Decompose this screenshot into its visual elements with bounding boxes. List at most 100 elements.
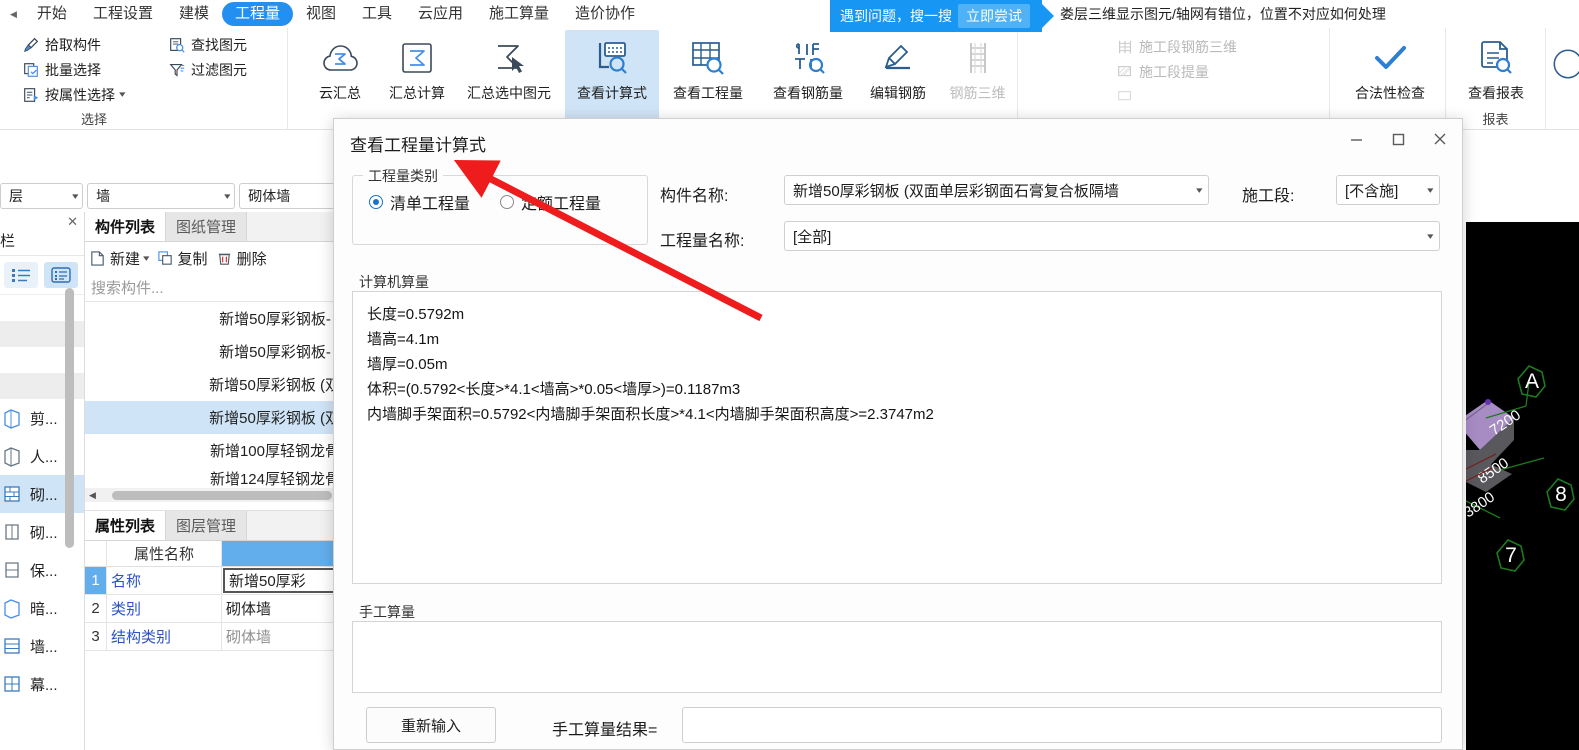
chevron-down-icon[interactable]: ▾ <box>1428 231 1434 242</box>
table-row[interactable]: 3 结构类别 砌体墙 <box>85 623 340 651</box>
cmd-section-rebar-3d[interactable]: 施工段钢筋三维 <box>1116 34 1237 59</box>
tab-quantity[interactable]: 工程量 <box>221 2 293 26</box>
cmd-rebar-3d[interactable]: 钢筋三维 <box>938 30 1018 128</box>
cmd-batch-select[interactable]: 批量选择 <box>22 57 125 82</box>
quantity-name-select[interactable]: [全部] ▾ <box>784 221 1440 251</box>
component-item-label: 新增50厚彩钢板- ( <box>219 311 340 328</box>
list-item[interactable]: 新增124厚轻钢龙骨 <box>85 467 340 489</box>
cmd-pick-component[interactable]: 拾取构件 <box>22 32 125 57</box>
detail-view-icon[interactable] <box>44 262 78 288</box>
tab-start[interactable]: 开始 <box>24 2 80 26</box>
tab-component-list[interactable]: 构件列表 <box>85 212 167 241</box>
list-item[interactable]: 新增50厚彩钢板- ( <box>85 335 340 368</box>
chevron-down-icon[interactable]: ▾ <box>1428 185 1434 196</box>
tab-project-settings[interactable]: 工程设置 <box>80 2 166 26</box>
left-panel-item-curtain-wall[interactable]: 幕... <box>0 665 84 703</box>
tab-cloud-apps[interactable]: 云应用 <box>405 2 476 26</box>
radio-norm-quantity-label: 定额工程量 <box>521 196 602 213</box>
list-item[interactable]: 新增100厚轻钢龙骨 <box>85 434 340 467</box>
maximize-icon[interactable] <box>1388 129 1408 149</box>
viewport-3d-canvas: A 8 7 7200 8500 3800 <box>1466 222 1579 750</box>
close-icon[interactable]: ✕ <box>67 214 78 230</box>
tab-tools[interactable]: 工具 <box>349 2 405 26</box>
floor-select[interactable]: 层 ▾ <box>0 183 84 209</box>
chevron-left-icon[interactable]: ◀ <box>85 490 96 501</box>
manual-result-input[interactable] <box>682 707 1442 743</box>
property-row-value[interactable]: 砌体墙 <box>222 623 340 650</box>
minimize-icon[interactable] <box>1346 129 1366 149</box>
viewport-3d[interactable]: A 8 7 7200 8500 3800 <box>1466 222 1579 750</box>
table-row[interactable]: 1 名称 新增50厚彩 <box>85 567 340 595</box>
tab-drawing-manage[interactable]: 图纸管理 <box>166 212 248 241</box>
ribbon: ◀ 开始 工程设置 建模 工程量 视图 工具 云应用 施工算量 造价协作 遇到问… <box>0 0 1579 130</box>
overflow-circle-icon[interactable] <box>1550 46 1579 82</box>
component-list: 新增50厚彩钢板- ( 新增50厚彩钢板- ( 新增50厚彩钢板 (双 新增50… <box>85 302 340 502</box>
tab-layer-manage[interactable]: 图层管理 <box>166 511 248 540</box>
section-select[interactable]: [不含施] ▾ <box>1336 175 1440 205</box>
category-select[interactable]: 墙 ▾ <box>87 183 236 209</box>
cmd-cloud-sum[interactable]: 云汇总 <box>301 30 379 128</box>
ad-try-now-button[interactable]: 立即尝试 <box>958 4 1030 28</box>
formula-line: 体积=(0.5792<长度>*4.1<墙高>*0.05<墙厚>)=0.1187m… <box>367 381 741 398</box>
cmd-find-element[interactable]: 查找图元 <box>168 32 247 57</box>
copy-component-button[interactable]: 复制 <box>157 248 208 269</box>
property-header-name: 属性名称 <box>107 541 222 566</box>
computer-calc-textarea[interactable]: 长度=0.5792m 墙高=4.1m 墙厚=0.05m 体积=(0.5792<长… <box>352 291 1442 584</box>
property-row-value[interactable]: 砌体墙 <box>222 595 340 622</box>
cmd-view-rebar-qty[interactable]: 查看钢筋量 <box>761 30 855 128</box>
left-panel-item-wall-decor[interactable]: 墙... <box>0 627 84 665</box>
cmd-sum-calc[interactable]: 汇总计算 <box>378 30 456 128</box>
copy-component-label: 复制 <box>177 250 208 268</box>
chevron-down-icon[interactable]: ▾ <box>72 191 78 202</box>
floor-select-value: 层 <box>9 188 23 204</box>
delete-component-label: 删除 <box>236 250 267 268</box>
left-panel-item-hidden-column[interactable]: 暗... <box>0 589 84 627</box>
chevron-down-icon[interactable]: ▾ <box>224 191 230 202</box>
ad-tip-text[interactable]: 娄层三维显示图元/轴网有错位，位置不对应如何处理 <box>1060 4 1386 24</box>
chevron-down-icon[interactable]: ▾ <box>119 89 125 100</box>
cmd-view-quantity[interactable]: 查看工程量 <box>661 30 755 128</box>
component-list-hscrollbar[interactable]: ◀ <box>85 488 340 502</box>
ad-banner[interactable]: 遇到问题，搜一搜 立即尝试 <box>830 0 1042 32</box>
type-select[interactable]: 砌体墙 <box>239 183 341 209</box>
component-item-label: 新增50厚彩钢板 (双 <box>209 377 340 394</box>
cmd-select-by-property[interactable]: 按属性选择 ▾ <box>22 82 125 107</box>
cmd-view-rebar-qty-label: 查看钢筋量 <box>773 85 843 101</box>
tab-view[interactable]: 视图 <box>293 2 349 26</box>
reset-input-button[interactable]: 重新输入 <box>366 707 496 743</box>
tab-construction-qty[interactable]: 施工算量 <box>476 2 562 26</box>
collapse-ribbon-icon[interactable]: ◀ <box>0 9 24 20</box>
radio-norm-quantity[interactable]: 定额工程量 <box>500 190 601 214</box>
chevron-down-icon[interactable]: ▾ <box>1197 185 1203 196</box>
close-icon[interactable] <box>1430 129 1450 149</box>
table-row[interactable]: 2 类别 砌体墙 <box>85 595 340 623</box>
cmd-sum-selected[interactable]: 汇总选中图元 <box>455 30 563 128</box>
manual-calc-textarea[interactable] <box>352 621 1442 693</box>
component-panel-tabs: 构件列表 图纸管理 <box>85 212 340 242</box>
cmd-edit-rebar[interactable]: 编辑钢筋 <box>858 30 938 128</box>
wall-icon <box>4 409 20 429</box>
rebar-3d-icon <box>969 43 986 73</box>
cmd-section-extract-qty[interactable]: 施工段提量 <box>1116 59 1237 84</box>
cmd-view-formula[interactable]: 查看计算式 <box>565 30 659 128</box>
list-item[interactable]: 新增50厚彩钢板 (双 <box>85 368 340 401</box>
new-component-button[interactable]: 新建 ▾ <box>89 248 149 269</box>
tab-property-list[interactable]: 属性列表 <box>85 511 167 540</box>
tab-modeling[interactable]: 建模 <box>166 2 222 26</box>
list-item[interactable]: 新增50厚彩钢板 (双 <box>85 401 340 434</box>
list-item[interactable]: 新增50厚彩钢板- ( <box>85 302 340 335</box>
radio-list-quantity[interactable]: 清单工程量 <box>369 190 470 214</box>
left-panel-scrollbar[interactable] <box>65 288 74 548</box>
cmd-section-extra[interactable] <box>1116 84 1237 109</box>
cmd-filter-element[interactable]: 过滤图元 <box>168 57 247 82</box>
cmd-legality-check[interactable]: 合法性检查 <box>1344 30 1436 128</box>
property-row-value[interactable]: 新增50厚彩 <box>223 568 339 593</box>
list-view-icon[interactable] <box>4 262 38 288</box>
scroll-thumb[interactable] <box>111 490 332 500</box>
component-name-select[interactable]: 新增50厚彩钢板 (双面单层彩钢面石膏复合板隔墙 ▾ <box>784 175 1209 205</box>
delete-component-button[interactable]: 删除 <box>216 248 267 269</box>
tab-cost-collab[interactable]: 造价协作 <box>562 2 648 26</box>
chevron-down-icon[interactable]: ▾ <box>143 253 149 264</box>
left-panel-item-insulation-wall[interactable]: 保... <box>0 551 84 589</box>
search-component-input[interactable]: 搜索构件... <box>85 274 340 302</box>
